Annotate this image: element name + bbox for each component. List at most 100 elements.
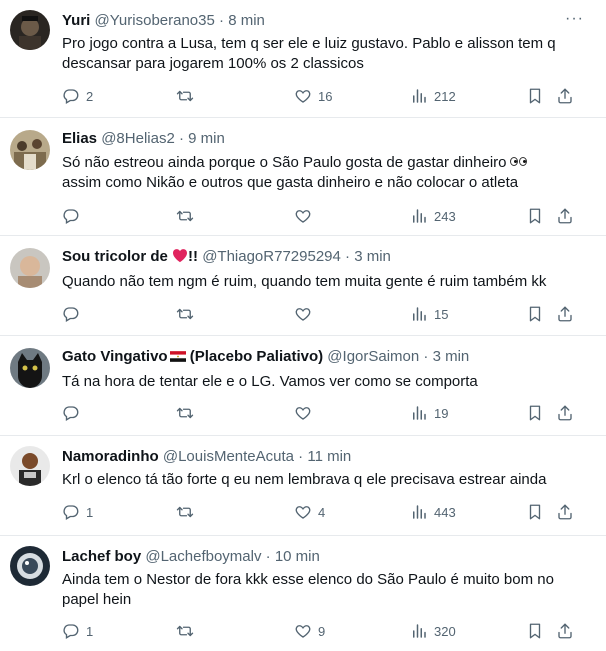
share-icon	[556, 305, 574, 323]
reply-button[interactable]: 2	[62, 86, 93, 106]
bookmark-icon	[526, 404, 544, 422]
author-handle[interactable]: @Yurisoberano35	[95, 12, 215, 29]
like-icon	[294, 87, 312, 105]
timestamp[interactable]: 10 min	[275, 548, 320, 565]
views-icon	[410, 404, 428, 422]
like-icon	[294, 207, 312, 225]
views-button[interactable]: 19	[410, 403, 448, 423]
share-button[interactable]	[556, 304, 574, 324]
timestamp[interactable]: 9 min	[188, 130, 225, 147]
tweet[interactable]: Elias @8Helias2 · 9 min Só não estreou a…	[0, 118, 606, 236]
timestamp[interactable]: 3 min	[433, 348, 470, 365]
author-name-suffix[interactable]: !!	[188, 248, 198, 265]
views-count: 320	[434, 623, 456, 639]
share-button[interactable]	[556, 621, 574, 641]
views-icon	[410, 87, 428, 105]
bookmark-button[interactable]	[526, 206, 544, 226]
tweet[interactable]: Yuri @Yurisoberano35 · 8 min ··· Pro jog…	[0, 0, 606, 118]
avatar[interactable]	[10, 348, 50, 388]
timestamp[interactable]: 3 min	[354, 248, 391, 265]
bookmark-button[interactable]	[526, 502, 544, 522]
author-name[interactable]: Gato Vingativo	[62, 348, 168, 365]
bookmark-icon	[526, 305, 544, 323]
reply-icon	[62, 87, 80, 105]
views-count: 443	[434, 504, 456, 520]
timestamp[interactable]: 8 min	[228, 12, 265, 29]
reply-icon	[62, 207, 80, 225]
author-handle[interactable]: @ThiagoR77295294	[202, 248, 341, 265]
eyes-emoji-icon	[509, 152, 528, 172]
reply-button[interactable]	[62, 206, 86, 226]
author-handle[interactable]: @Lachefboymalv	[145, 548, 261, 565]
action-bar: 1 9 320	[62, 621, 588, 641]
tweet[interactable]: Gato Vingativo (Placebo Paliativo) @Igor…	[0, 336, 606, 436]
views-button[interactable]: 243	[410, 206, 456, 226]
author-handle[interactable]: @IgorSaimon	[327, 348, 419, 365]
views-icon	[410, 305, 428, 323]
like-icon	[294, 305, 312, 323]
share-button[interactable]	[556, 86, 574, 106]
retweet-button[interactable]	[176, 304, 200, 324]
share-button[interactable]	[556, 206, 574, 226]
action-bar: 19	[62, 403, 588, 423]
reply-icon	[62, 503, 80, 521]
action-bar: 2 16 212	[62, 86, 588, 106]
timestamp[interactable]: 11 min	[307, 448, 351, 465]
author-name[interactable]: Namoradinho	[62, 448, 159, 465]
tweet[interactable]: Sou tricolor de !! @ThiagoR77295294 · 3 …	[0, 236, 606, 336]
retweet-button[interactable]	[176, 403, 200, 423]
share-button[interactable]	[556, 403, 574, 423]
tweet[interactable]: Lachef boy @Lachefboymalv · 10 min Ainda…	[0, 536, 606, 651]
like-icon	[294, 404, 312, 422]
reply-button[interactable]	[62, 403, 86, 423]
avatar[interactable]	[10, 546, 50, 586]
bookmark-button[interactable]	[526, 621, 544, 641]
views-button[interactable]: 212	[410, 86, 456, 106]
tweet-text: Quando não tem ngm é ruim, quando tem mu…	[62, 273, 547, 290]
author-handle[interactable]: @8Helias2	[101, 130, 175, 147]
more-icon[interactable]: ···	[565, 10, 584, 28]
reply-icon	[62, 305, 80, 323]
views-button[interactable]: 320	[410, 621, 456, 641]
bookmark-button[interactable]	[526, 86, 544, 106]
tweet-header: Elias @8Helias2 · 9 min	[62, 130, 566, 148]
tweet-text: Só não estreou ainda porque o São Paulo …	[62, 152, 584, 193]
reply-button[interactable]	[62, 304, 86, 324]
avatar[interactable]	[10, 130, 50, 170]
like-icon	[294, 622, 312, 640]
like-button[interactable]	[294, 304, 318, 324]
reply-button[interactable]: 1	[62, 621, 93, 641]
author-name[interactable]: Yuri	[62, 12, 90, 29]
author-name[interactable]: Lachef boy	[62, 548, 141, 565]
views-count: 212	[434, 88, 456, 104]
tweet[interactable]: Namoradinho @LouisMenteAcuta · 11 min Kr…	[0, 436, 606, 536]
retweet-button[interactable]	[176, 621, 200, 641]
views-button[interactable]: 15	[410, 304, 448, 324]
reply-count: 1	[86, 623, 94, 639]
reply-icon	[62, 622, 80, 640]
author-name[interactable]: Sou tricolor de	[62, 248, 168, 265]
like-button[interactable]: 4	[294, 502, 325, 522]
avatar[interactable]	[10, 446, 50, 486]
author-name-suffix[interactable]: (Placebo Paliativo)	[186, 348, 323, 365]
share-button[interactable]	[556, 502, 574, 522]
like-button[interactable]	[294, 403, 318, 423]
bookmark-button[interactable]	[526, 403, 544, 423]
like-button[interactable]	[294, 206, 318, 226]
reply-button[interactable]: 1	[62, 502, 93, 522]
avatar[interactable]	[10, 248, 50, 288]
like-button[interactable]: 16	[294, 86, 332, 106]
retweet-button[interactable]	[176, 206, 200, 226]
retweet-button[interactable]	[176, 502, 200, 522]
bookmark-icon	[526, 87, 544, 105]
bookmark-button[interactable]	[526, 304, 544, 324]
red-heart-emoji-icon	[173, 249, 188, 263]
avatar[interactable]	[10, 10, 50, 50]
views-button[interactable]: 443	[410, 502, 456, 522]
retweet-button[interactable]	[176, 86, 200, 106]
separator-dot: ·	[345, 248, 351, 265]
author-name[interactable]: Elias	[62, 130, 97, 147]
like-button[interactable]: 9	[294, 621, 325, 641]
author-handle[interactable]: @LouisMenteAcuta	[163, 448, 294, 465]
like-count: 4	[318, 504, 326, 520]
